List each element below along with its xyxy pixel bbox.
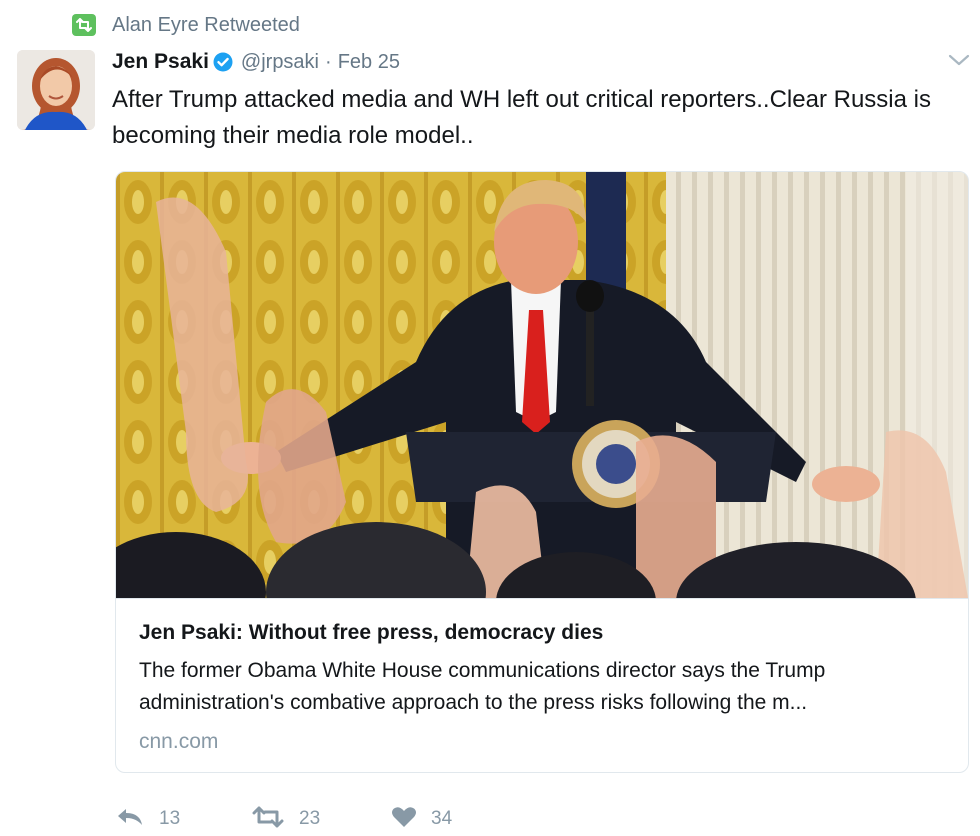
verified-badge-icon [213,52,233,72]
like-count: 34 [431,808,453,829]
like-button[interactable]: 34 [391,806,452,833]
chevron-down-icon[interactable] [946,50,972,70]
reply-button[interactable]: 13 [115,806,251,833]
card-description: The former Obama White House communicati… [139,659,826,714]
tweet-text: After Trump attacked media and WH left o… [112,86,931,149]
reply-icon [115,806,145,833]
author-fullname[interactable]: Jen Psaki [112,50,209,74]
card-domain: cnn.com [139,730,219,753]
author-handle[interactable]: @jrpsaki [241,51,319,74]
retweet-count: 23 [299,808,321,829]
card-image[interactable] [116,172,968,662]
reply-count: 13 [159,808,181,829]
retweet-context-text[interactable]: Alan Eyre Retweeted [112,14,300,37]
header-separator: · [325,50,332,73]
tweet-header: Jen Psaki @jrpsaki · Feb 25 [112,48,400,76]
tweet-actions: 13 23 34 [115,804,452,834]
retweet-icon [72,14,96,36]
link-card[interactable]: Jen Psaki: Without free press, democracy… [115,171,969,773]
card-body[interactable]: Jen Psaki: Without free press, democracy… [116,598,968,772]
avatar[interactable] [17,50,95,130]
retweet-button[interactable]: 23 [251,806,391,833]
heart-icon [391,806,417,833]
retweet-icon [251,806,285,833]
card-title[interactable]: Jen Psaki: Without free press, democracy… [139,621,603,645]
tweet-timestamp[interactable]: Feb 25 [338,51,400,74]
retweet-context[interactable]: Alan Eyre Retweeted [72,12,300,38]
